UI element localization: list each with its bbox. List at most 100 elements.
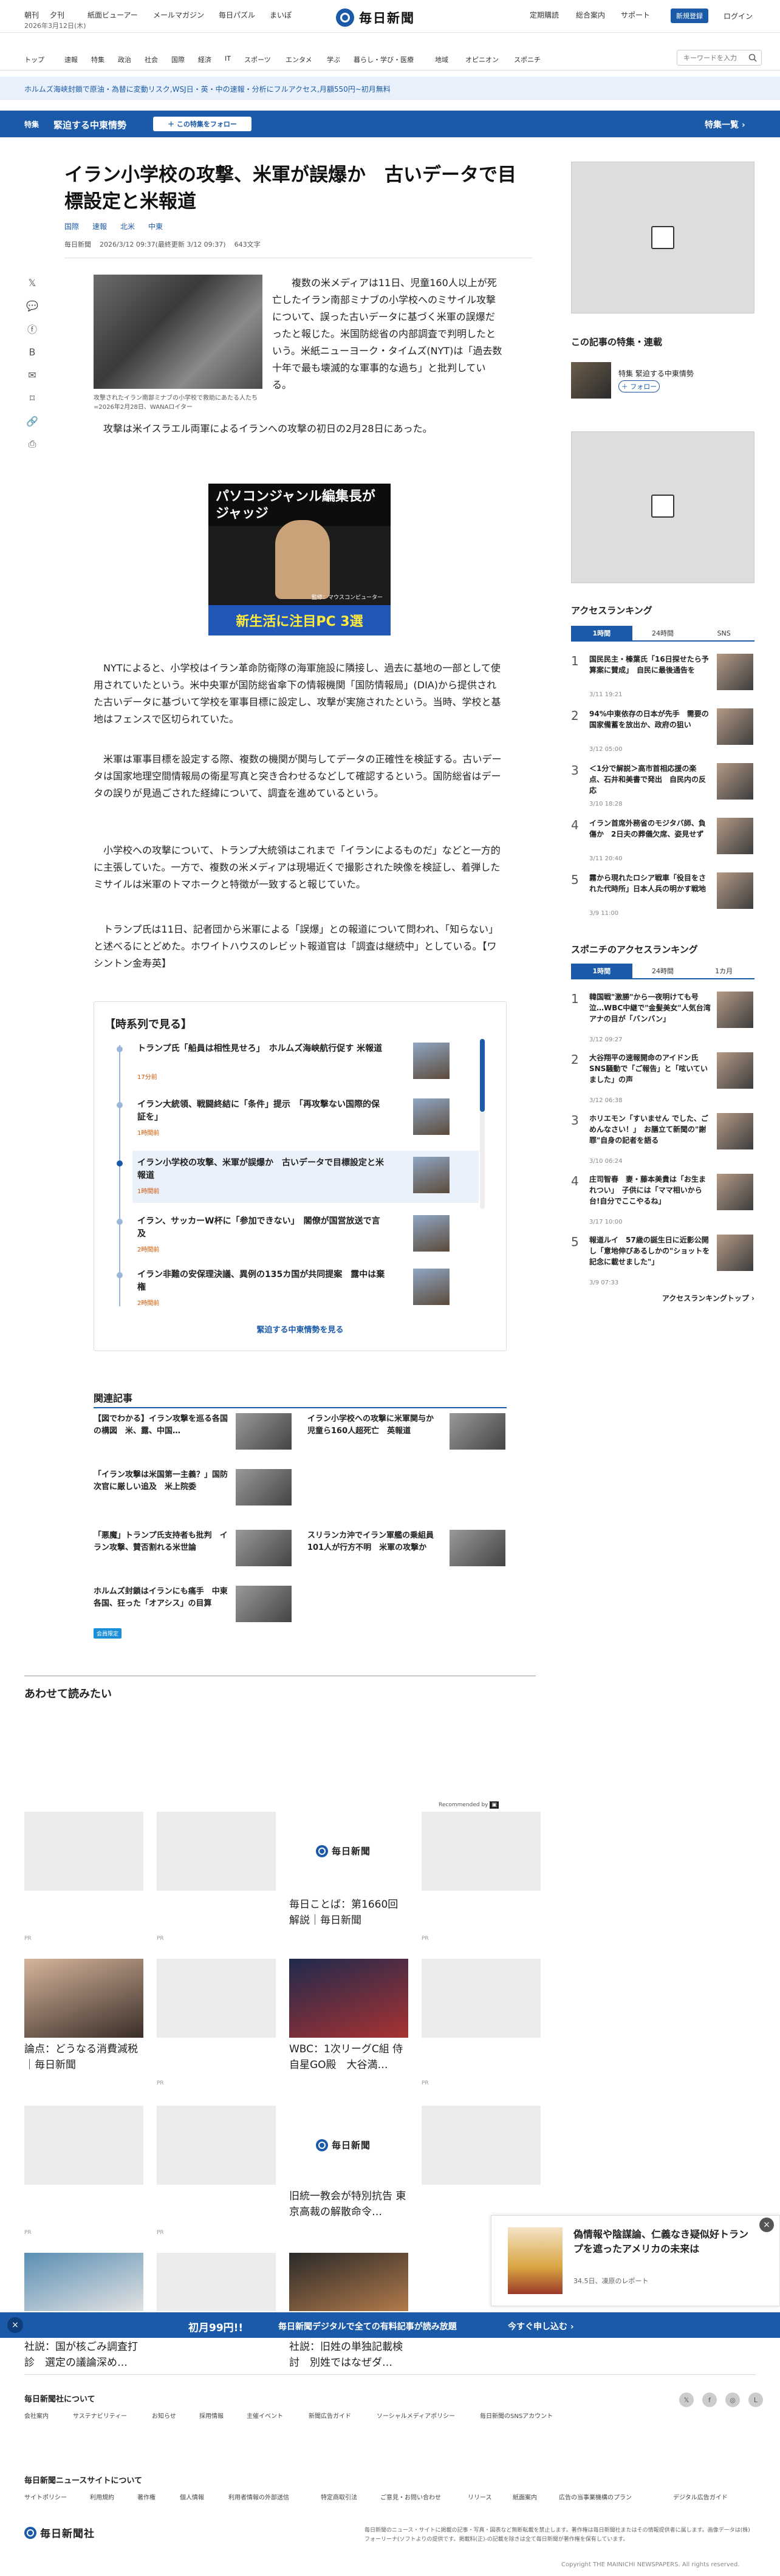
footer-link[interactable]: 紙面案内 [513, 2492, 537, 2501]
promo-banner[interactable]: ホルムズ海峡封鎖で原油・為替に変動リスク,WSJ日・英・中の速報・分析にフルアク… [0, 77, 780, 100]
footer-link[interactable]: 個人情報 [180, 2492, 204, 2501]
link-morning[interactable]: 朝刊 [24, 10, 39, 20]
footer-link[interactable]: 毎日新聞のSNSアカウント [480, 2411, 553, 2420]
ranking-item[interactable]: 2 94%中東依存の日本が先手 需要の国家備蓄を放出か、政府の狙い 3/12 0… [571, 708, 754, 763]
related-item[interactable]: ホルムズ封鎖はイランにも痛手 中東各国、狂った「オアシス」の目算 会員限定 [94, 1586, 292, 1639]
link-subscribe[interactable]: 定期購読 [530, 10, 559, 20]
nav-politics[interactable]: 政治 [118, 55, 131, 64]
recommend-card[interactable] [289, 2253, 408, 2311]
ranking-item[interactable]: 3 ＜1分で解説＞高市首相応援の楽点、石井和美書で発出 自民内の反応 3/10 … [571, 763, 754, 818]
recommend-caption[interactable]: 社説：国が核ごみ調査打診 選定の議論深め… [24, 2339, 143, 2371]
nav-region[interactable]: 地域 [435, 55, 448, 64]
article-photo[interactable] [94, 275, 262, 389]
footer-link[interactable]: お知らせ [152, 2411, 176, 2420]
link-newsletter[interactable]: メールマガジン [153, 10, 204, 20]
recommend-card[interactable] [157, 2106, 276, 2185]
subscribe-button[interactable]: 今すぐ申し込む › [508, 2320, 574, 2332]
nav-feature[interactable]: 特集 [91, 55, 104, 64]
footer-link[interactable]: 特定商取引法 [321, 2492, 357, 2501]
feature-list-link[interactable]: 特集一覧 › [705, 118, 745, 131]
related-item[interactable]: 「イラン攻撃は米国第一主義？」国防次官に厳しい追及 米上院委 [94, 1469, 292, 1512]
nav-sports[interactable]: スポーツ [244, 55, 271, 64]
sponichi-ranking-item[interactable]: 2 大谷翔平の速報開命のアイドン氏 SNS騒動で「ご報告」と「呟いていました」の… [571, 1052, 754, 1107]
footer-link[interactable]: ソーシャルメディアポリシー [377, 2411, 455, 2420]
recommend-caption[interactable]: 論点：どうなる消費減税｜毎日新聞 [24, 2041, 143, 2073]
sticky-card-title[interactable]: 偽情報や陰謀論、仁義なき疑似好トランプを遮ったアメリカの未来は [573, 2227, 750, 2256]
bookmark-icon[interactable]: ⌑ [24, 390, 40, 406]
footer-link[interactable]: リリース [468, 2492, 492, 2501]
nav-economy[interactable]: 経済 [198, 55, 211, 64]
site-logo[interactable]: 毎日新聞 [336, 6, 445, 29]
nav-opinion[interactable]: オピニオン [465, 55, 499, 64]
footer-link[interactable]: 広告の当事業機構のプラン [559, 2492, 632, 2501]
recommend-card[interactable] [422, 1959, 541, 2038]
link-maipo[interactable]: まいぽ [270, 10, 292, 20]
footer-link[interactable]: サイトポリシー [24, 2492, 67, 2501]
instagram-icon[interactable]: ◎ [725, 2393, 740, 2407]
footer-link[interactable]: 主催イベント [247, 2411, 283, 2420]
footer-link[interactable]: 会社案内 [24, 2411, 49, 2420]
ranking-item[interactable]: 5 霧から現れたロシア戦車「役目をされた代時所」日本人兵の明かす戦地 3/9 1… [571, 872, 754, 927]
x-share-icon[interactable]: 𝕏 [24, 275, 40, 290]
recommend-card[interactable] [24, 1812, 143, 1891]
recommend-card[interactable] [24, 1959, 143, 2038]
sponichi-tab-1h[interactable]: 1時間 [571, 964, 632, 978]
sponichi-ranking-item[interactable]: 5 報道ルイ 57歳の誕生日に近影公開し「意地伸びあるしかの"ショットを記念に載… [571, 1235, 754, 1289]
nav-sponichi[interactable]: スポニチ [514, 55, 541, 64]
ranking-tab-sns[interactable]: SNS [693, 626, 754, 640]
recommend-caption[interactable]: 社説：旧姓の単独記載検討 別姓ではなぜダ… [289, 2339, 408, 2371]
footer-link[interactable]: 利用者情報の外部送信 [228, 2492, 289, 2501]
recommend-caption[interactable]: 毎日ことば：第1660回 解説｜毎日新聞 [289, 1897, 408, 1928]
sponichi-ranking-item[interactable]: 1 韓国戦"激勝"から一夜明けても号泣…WBC中継で"金髪美女"人気台湾アナの目… [571, 992, 754, 1046]
related-item[interactable]: イラン小学校への攻撃に米軍関与か 児童ら160人超死亡 英報道 [307, 1413, 505, 1456]
nav-breaking[interactable]: 速報 [64, 55, 78, 64]
facebook-icon[interactable]: ⓕ [24, 321, 40, 337]
nav-world[interactable]: 国際 [171, 55, 185, 64]
feature-tag-link[interactable]: 特集 緊迫する中東情勢 [618, 368, 694, 379]
nav-top[interactable]: トップ [24, 55, 44, 64]
recommend-caption[interactable]: WBC：1次リーグC組 侍自星GO殿 大谷満… [289, 2041, 408, 2073]
sponichi-ranking-item[interactable]: 3 ホリエモン「すいません でした、ごめんなさい！」 お膳立て新聞の"謝罪"自身… [571, 1113, 754, 1168]
related-item[interactable]: スリランカ沖でイラン軍艦の乗組員101人が行方不明 米軍の攻撃か [307, 1530, 505, 1572]
footer-link[interactable]: 採用情報 [199, 2411, 224, 2420]
comment-icon[interactable]: 💬 [24, 298, 40, 313]
sponichi-ranking-item[interactable]: 4 庄司智春 妻・藤本美貴は「お生まれつい」 子供には「ママ相いから台!自分でこ… [571, 1174, 754, 1228]
inline-ad[interactable]: パソコンジャンル編集長が ジャッジ 監修：マウスコンピューター 新生活に注目PC… [208, 484, 391, 635]
footer-link[interactable]: 利用規約 [90, 2492, 114, 2501]
footer-link[interactable]: ご意見・お問い合わせ [380, 2492, 441, 2501]
link-icon[interactable]: 🔗 [24, 413, 40, 429]
timeline-scroll-thumb[interactable] [480, 1039, 485, 1112]
recommend-card[interactable] [422, 1812, 541, 1891]
search-icon[interactable] [748, 53, 757, 62]
feature-thumb[interactable] [571, 362, 611, 399]
login-button[interactable]: ログイン [718, 9, 758, 23]
ranking-tab-1h[interactable]: 1時間 [571, 626, 632, 640]
footer-link[interactable]: 著作権 [137, 2492, 156, 2501]
sidebar-follow-button[interactable]: ＋ フォロー [618, 380, 660, 392]
recommend-card[interactable] [157, 2253, 276, 2311]
recommend-card[interactable] [24, 2253, 143, 2311]
mail-icon[interactable]: ✉ [24, 367, 40, 383]
print-icon[interactable]: ⎙ [24, 436, 40, 452]
close-icon[interactable]: × [7, 2317, 23, 2333]
nav-entame[interactable]: エンタメ [286, 55, 312, 64]
related-item[interactable]: 「悪魔」トランプ氏支持者も批判 イラン攻撃、賛否割れる米世論 [94, 1530, 292, 1572]
tag-breaking[interactable]: 速報 [92, 221, 107, 231]
line-icon[interactable]: L [748, 2393, 763, 2407]
facebook-icon[interactable]: f [702, 2393, 717, 2407]
sponichi-tab-1m[interactable]: 1カ月 [693, 964, 754, 978]
tag-north-america[interactable]: 北米 [120, 221, 135, 231]
recommend-caption[interactable]: 旧統一教会が特別抗告 東京高裁の解散命令… [289, 2188, 408, 2220]
footer-link[interactable]: デジタル広告ガイド [673, 2492, 728, 2501]
x-icon[interactable]: 𝕏 [679, 2393, 694, 2407]
recommend-card[interactable] [24, 2106, 143, 2185]
footer-link[interactable]: サステナビリティー [73, 2411, 127, 2420]
recommend-card[interactable] [289, 1959, 408, 2038]
ranking-tab-24h[interactable]: 24時間 [632, 626, 694, 640]
link-guide[interactable]: 総合案内 [576, 10, 605, 20]
nav-life[interactable]: 暮らし・学び・医療 [354, 55, 414, 64]
nav-learn[interactable]: 学ぶ [327, 55, 340, 64]
subscribe-bar[interactable]: × 初月99円!! 毎日新聞デジタルで全ての有料記事が読み放題 今すぐ申し込む … [0, 2312, 780, 2338]
nav-society[interactable]: 社会 [145, 55, 158, 64]
ranking-item[interactable]: 4 イラン首席外務省のモジタバ師、負傷か 2日夫の葬儀欠席、姿見せず 3/11 … [571, 818, 754, 872]
